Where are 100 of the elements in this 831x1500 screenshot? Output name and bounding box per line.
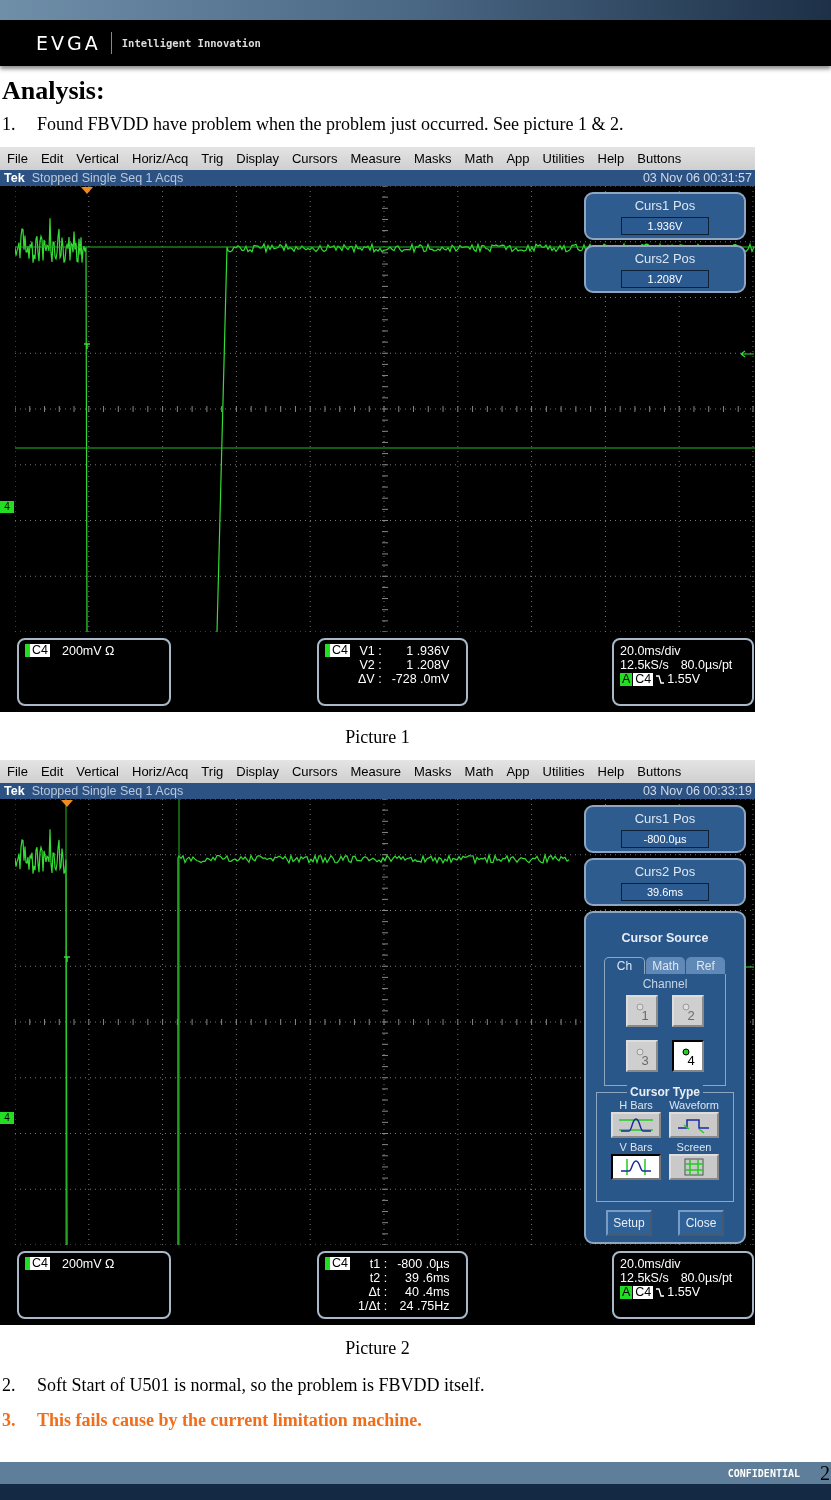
- menu-item[interactable]: Utilities: [542, 151, 585, 166]
- channel-dot-icon: [636, 1048, 644, 1056]
- menu-item[interactable]: Vertical: [76, 764, 119, 779]
- menu-item[interactable]: Trig: [201, 764, 224, 779]
- menu-item[interactable]: Buttons: [637, 151, 682, 166]
- trigger-level: 1.55V: [667, 672, 700, 686]
- list-number: 1.: [1, 113, 17, 136]
- source-tab[interactable]: Ch: [604, 957, 645, 974]
- trigger-time-marker: [63, 956, 71, 963]
- trigger-mode-tag: A: [620, 1285, 633, 1299]
- close-button[interactable]: Close: [678, 1210, 724, 1236]
- readout-value: -800 .0µs: [397, 1257, 450, 1271]
- channel-tag: C4: [325, 1257, 350, 1270]
- menu-item[interactable]: Horiz/Acq: [132, 151, 189, 166]
- cursor-value-field[interactable]: 39.6ms: [621, 883, 709, 901]
- menu-item[interactable]: Display: [236, 764, 279, 779]
- cursor-type-label: H Bars: [619, 1099, 653, 1112]
- menu-item[interactable]: Help: [597, 764, 625, 779]
- menu-item[interactable]: App: [506, 764, 530, 779]
- vertical-scale: 200mV Ω: [62, 1257, 115, 1271]
- menu-item[interactable]: Masks: [414, 151, 452, 166]
- readout-label: V2 :: [358, 658, 382, 672]
- menu-item[interactable]: File: [7, 764, 28, 779]
- channel-tag: C4: [633, 672, 654, 686]
- cursor-value-field[interactable]: -800.0µs: [621, 830, 709, 848]
- figure-caption: Picture 1: [344, 726, 411, 749]
- date-time: 03 Nov 06 00:31:57: [642, 171, 752, 185]
- brand-label: Tek: [4, 171, 25, 185]
- readout-label: ΔV :: [358, 672, 382, 686]
- menu-item[interactable]: Edit: [40, 764, 64, 779]
- readout-value: 24 .75Hz: [398, 1299, 450, 1313]
- menu-item[interactable]: Help: [597, 151, 625, 166]
- readout-label: t2 :: [368, 1271, 388, 1285]
- group-label: Channel: [642, 977, 688, 991]
- menu-item[interactable]: Measure: [350, 764, 401, 779]
- cursor-type-label: V Bars: [619, 1141, 653, 1154]
- list-text: This fails cause by the current limitation machine.: [37, 1409, 422, 1432]
- menu-item[interactable]: File: [7, 151, 28, 166]
- trigger-level: 1.55V: [667, 1285, 700, 1299]
- resolution-text: 80.0µs/pt: [680, 658, 733, 672]
- channel-marker: 4: [0, 501, 14, 513]
- menu-item[interactable]: Vertical: [76, 151, 119, 166]
- list-text: Soft Start of U501 is normal, so the problem is FBVDD itself.: [37, 1374, 485, 1397]
- readout-label: Δt :: [367, 1285, 388, 1299]
- channel-marker: 4: [0, 1112, 14, 1124]
- brand-label: Tek: [4, 784, 25, 798]
- resolution-text: 80.0µs/pt: [680, 1271, 733, 1285]
- readout-value: 1 .936V: [405, 644, 450, 658]
- page-number: 2: [820, 1461, 830, 1485]
- list-number: 2.: [1, 1374, 17, 1397]
- trigger-mode-tag: A: [620, 672, 633, 686]
- readout-label: t1 :: [368, 1257, 388, 1271]
- trigger-time-marker: [83, 343, 91, 350]
- confidential-label: CONFIDENTIAL: [727, 1467, 800, 1479]
- cursor-value-field[interactable]: 1.936V: [621, 217, 709, 235]
- readout-value: 1 .208V: [405, 658, 450, 672]
- menu-item[interactable]: Math: [464, 151, 494, 166]
- channel-dot-icon: [636, 1003, 644, 1011]
- falling-edge-icon: [656, 673, 665, 685]
- readout-label: 1/Δt :: [358, 1299, 388, 1313]
- logo-text: EVGA: [36, 32, 101, 54]
- readout-value: 39 .6ms: [404, 1271, 450, 1285]
- cursor-type-label: Screen: [676, 1141, 712, 1154]
- figure-caption: Picture 2: [344, 1337, 411, 1360]
- timebase-text: 20.0ms/div: [620, 1257, 682, 1271]
- acquisition-status: Stopped Single Seq 1 Acqs: [31, 171, 184, 185]
- menu-item[interactable]: Measure: [350, 151, 401, 166]
- menu-item[interactable]: Cursors: [291, 764, 338, 779]
- group-label: Cursor Type: [627, 1085, 703, 1099]
- cursor-type-button[interactable]: [611, 1154, 661, 1180]
- menu-item[interactable]: Buttons: [637, 764, 682, 779]
- panel-title: Cursor Source: [621, 931, 709, 945]
- readout-value: 40 .4ms: [404, 1285, 450, 1299]
- cursor-value-field[interactable]: 1.208V: [621, 270, 709, 288]
- cursor-type-label: Waveform: [669, 1099, 719, 1112]
- timebase-text: 20.0ms/div: [620, 644, 682, 658]
- h-bars-icon: [617, 1116, 655, 1134]
- menu-item[interactable]: Math: [464, 764, 494, 779]
- menu-item[interactable]: Cursors: [291, 151, 338, 166]
- list-text: Found FBVDD have problem when the problem just occurred. See picture 1 & 2.: [37, 113, 624, 136]
- menu-item[interactable]: App: [506, 151, 530, 166]
- menu-item[interactable]: Edit: [40, 151, 64, 166]
- section-heading: Analysis:: [2, 76, 106, 106]
- list-number: 3.: [1, 1409, 17, 1432]
- menu-item[interactable]: Utilities: [542, 764, 585, 779]
- tagline: Intelligent Innovation: [121, 37, 261, 49]
- cursor-label: Curs1 Pos: [634, 197, 696, 214]
- menu-item[interactable]: Masks: [414, 764, 452, 779]
- channel-button[interactable]: 4: [672, 1040, 704, 1072]
- setup-button[interactable]: Setup: [606, 1210, 652, 1236]
- sample-rate-text: 12.5kS/s: [620, 1271, 669, 1285]
- channel-tag: C4: [25, 1257, 50, 1270]
- menu-item[interactable]: Display: [236, 151, 279, 166]
- channel-tag: C4: [325, 644, 350, 657]
- menu-item[interactable]: Horiz/Acq: [132, 764, 189, 779]
- channel-tag: C4: [633, 1285, 654, 1299]
- channel-dot-icon: [682, 1048, 690, 1056]
- menu-item[interactable]: Trig: [201, 151, 224, 166]
- readout-label: V1 :: [358, 644, 382, 658]
- acquisition-status: Stopped Single Seq 1 Acqs: [31, 784, 184, 798]
